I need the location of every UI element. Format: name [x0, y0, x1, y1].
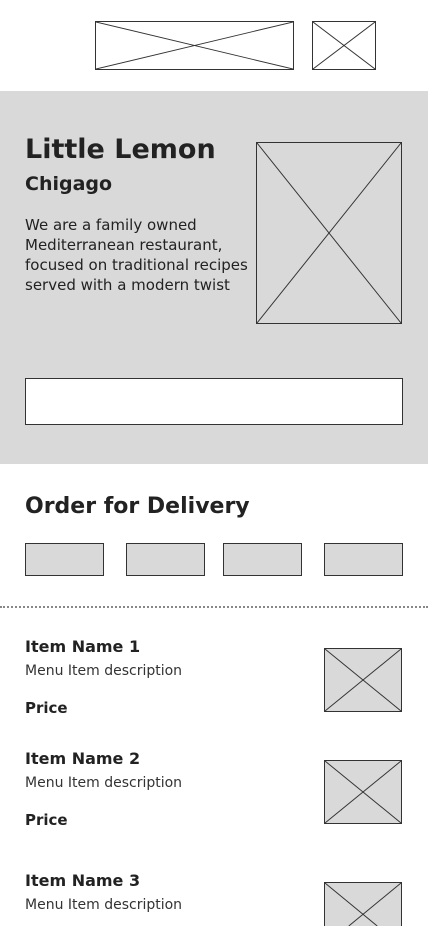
basket-icon-placeholder[interactable] — [312, 21, 376, 70]
hero-image-placeholder — [256, 142, 402, 324]
menu-item-image-placeholder — [324, 648, 402, 712]
menu-item-description: Menu Item description — [25, 663, 183, 679]
menu-item-name: Item Name 1 — [25, 637, 141, 656]
category-button-2[interactable] — [126, 543, 205, 576]
placeholder-cross-icon — [313, 22, 375, 69]
search-input[interactable] — [25, 378, 403, 425]
section-divider — [0, 606, 428, 608]
placeholder-cross-icon — [96, 22, 293, 69]
hero-title: Little Lemon — [25, 134, 216, 165]
placeholder-cross-icon — [325, 883, 401, 926]
logo-image-placeholder — [95, 21, 294, 70]
category-button-1[interactable] — [25, 543, 104, 576]
placeholder-cross-icon — [257, 143, 401, 323]
menu-item-description: Menu Item description — [25, 897, 183, 913]
order-section-title: Order for Delivery — [25, 494, 250, 519]
menu-item-image-placeholder — [324, 882, 402, 926]
placeholder-cross-icon — [325, 761, 401, 823]
menu-item-description: Menu Item description — [25, 775, 183, 791]
menu-item-price: Price — [25, 699, 68, 717]
menu-item-name: Item Name 3 — [25, 871, 141, 890]
category-button-3[interactable] — [223, 543, 302, 576]
hero-description: We are a family owned Mediterranean rest… — [25, 216, 248, 294]
hero-subtitle: Chigago — [25, 173, 113, 195]
placeholder-cross-icon — [325, 649, 401, 711]
menu-item-name: Item Name 2 — [25, 749, 141, 768]
menu-item-price: Price — [25, 811, 68, 829]
menu-item-image-placeholder — [324, 760, 402, 824]
category-button-4[interactable] — [324, 543, 403, 576]
